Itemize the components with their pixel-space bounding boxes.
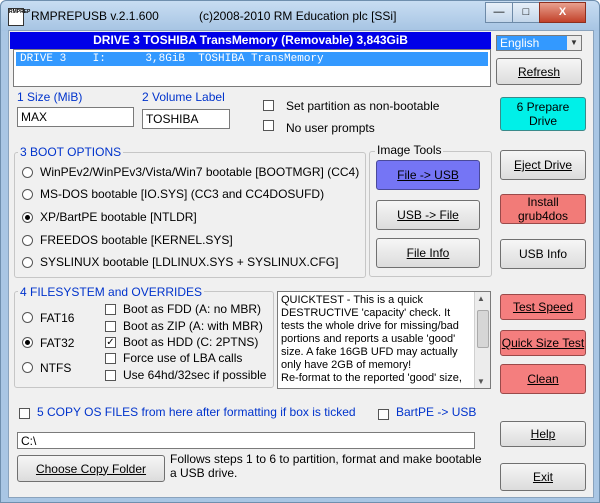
app-window: RMPREP RMPREPUSB v.2.1.600 (c)2008-2010 …: [0, 0, 600, 503]
copy-files-checkbox[interactable]: [19, 408, 30, 419]
drive-header: DRIVE 3 TOSHIBA TransMemory (Removable) …: [10, 32, 491, 49]
size-input[interactable]: MAX: [17, 107, 134, 127]
non-bootable-label: Set partition as non-bootable: [286, 99, 440, 113]
fs-radio-fat16[interactable]: [22, 312, 33, 323]
maximize-icon: □: [522, 6, 530, 18]
override-label-4: Use 64hd/32sec if possible: [123, 368, 267, 382]
boot-options-title: 3 BOOT OPTIONS: [18, 145, 124, 159]
boot-option-radio-4[interactable]: [22, 257, 33, 268]
usb-info-button[interactable]: USB Info: [500, 239, 586, 269]
footer-instructions: Follows steps 1 to 6 to partition, forma…: [170, 452, 482, 480]
test-speed-button[interactable]: Test Speed: [500, 294, 586, 320]
boot-option-radio-3[interactable]: [22, 235, 33, 246]
boot-option-radio-1[interactable]: [22, 189, 33, 200]
boot-option-label-0[interactable]: WinPEv2/WinPEv3/Vista/Win7 bootable [BOO…: [40, 165, 359, 179]
file-to-usb-button[interactable]: File -> USB: [376, 160, 480, 190]
override-label-1: Boot as ZIP (A: with MBR): [123, 319, 263, 333]
drive-list[interactable]: DRIVE 3 I: 3,8GiB TOSHIBA TransMemory: [13, 49, 491, 87]
fs-radio-ntfs[interactable]: [22, 362, 33, 373]
choose-copy-folder-button[interactable]: Choose Copy Folder: [17, 455, 165, 482]
copy-files-label: 5 COPY OS FILES from here after formatti…: [37, 405, 356, 419]
copy-path-input[interactable]: C:\: [17, 432, 475, 449]
scroll-down-icon[interactable]: ▼: [477, 377, 485, 386]
info-text: QUICKTEST - This is a quick DESTRUCTIVE …: [281, 294, 462, 384]
close-button[interactable]: X: [539, 2, 586, 23]
override-checkbox-2[interactable]: ✓: [105, 337, 116, 348]
volume-input[interactable]: TOSHIBA: [142, 109, 230, 129]
fs-label-fat16[interactable]: FAT16: [40, 311, 74, 325]
file-info-button[interactable]: File Info: [376, 238, 480, 268]
usb-to-file-button[interactable]: USB -> File: [376, 200, 480, 230]
scroll-thumb[interactable]: [477, 310, 489, 348]
exit-button[interactable]: Exit: [500, 463, 586, 491]
override-label-3: Force use of LBA calls: [123, 351, 243, 365]
check-icon: ✓: [106, 337, 115, 348]
help-button[interactable]: Help: [500, 421, 586, 447]
language-value: English: [500, 36, 540, 50]
close-icon: X: [558, 6, 567, 18]
info-textbox[interactable]: QUICKTEST - This is a quick DESTRUCTIVE …: [277, 291, 491, 389]
fs-label-fat32[interactable]: FAT32: [40, 336, 74, 350]
override-checkbox-0[interactable]: [105, 304, 116, 315]
chevron-down-icon[interactable]: ▼: [567, 36, 581, 50]
minimize-icon: —: [493, 6, 505, 18]
install-grub4dos-button[interactable]: Install grub4dos: [500, 194, 586, 224]
window-title: RMPREPUSB v.2.1.600: [31, 9, 159, 23]
fs-radio-fat32[interactable]: [22, 337, 33, 348]
title-bar[interactable]: RMPREP RMPREPUSB v.2.1.600 (c)2008-2010 …: [1, 1, 599, 31]
minimize-button[interactable]: —: [485, 2, 513, 23]
boot-option-label-3[interactable]: FREEDOS bootable [KERNEL.SYS]: [40, 233, 233, 247]
filesystem-title: 4 FILESYSTEM and OVERRIDES: [18, 285, 205, 299]
no-prompts-checkbox[interactable]: [263, 120, 274, 131]
boot-option-label-1[interactable]: MS-DOS bootable [IO.SYS] (CC3 and CC4DOS…: [40, 187, 324, 201]
override-label-0: Boot as FDD (A: no MBR): [123, 302, 262, 316]
image-tools-title: Image Tools: [375, 143, 444, 157]
language-select[interactable]: English ▼: [496, 35, 582, 51]
override-checkbox-1[interactable]: [105, 321, 116, 332]
main-panel: DRIVE 3 TOSHIBA TransMemory (Removable) …: [8, 30, 594, 498]
boot-option-radio-0[interactable]: [22, 167, 33, 178]
bartpe-checkbox[interactable]: [378, 409, 389, 420]
info-scrollbar[interactable]: ▲ ▼: [474, 292, 490, 388]
eject-drive-button[interactable]: Eject Drive: [500, 150, 586, 180]
window-copyright: (c)2008-2010 RM Education plc [SSi]: [199, 9, 397, 23]
volume-label: 2 Volume Label: [142, 90, 225, 104]
bartpe-label: BartPE -> USB: [396, 405, 477, 419]
size-label: 1 Size (MiB): [17, 90, 83, 104]
boot-option-label-2[interactable]: XP/BartPE bootable [NTLDR]: [40, 210, 197, 224]
override-label-2: Boot as HDD (C: 2PTNS): [123, 335, 259, 349]
clean-button[interactable]: Clean: [500, 364, 586, 394]
refresh-button[interactable]: Refresh: [496, 58, 582, 85]
scroll-up-icon[interactable]: ▲: [477, 294, 485, 303]
drive-list-item[interactable]: DRIVE 3 I: 3,8GiB TOSHIBA TransMemory: [16, 52, 488, 66]
non-bootable-checkbox[interactable]: [263, 100, 274, 111]
quick-size-test-button[interactable]: Quick Size Test: [500, 330, 586, 356]
boot-option-radio-2[interactable]: [22, 212, 33, 223]
override-checkbox-4[interactable]: [105, 370, 116, 381]
boot-option-label-4[interactable]: SYSLINUX bootable [LDLINUX.SYS + SYSLINU…: [40, 255, 338, 269]
app-icon: RMPREP: [8, 8, 30, 26]
no-prompts-label: No user prompts: [286, 121, 375, 135]
prepare-drive-button[interactable]: 6 Prepare Drive: [500, 97, 586, 131]
override-checkbox-3[interactable]: [105, 353, 116, 364]
maximize-button[interactable]: □: [512, 2, 540, 23]
fs-label-ntfs[interactable]: NTFS: [40, 361, 71, 375]
